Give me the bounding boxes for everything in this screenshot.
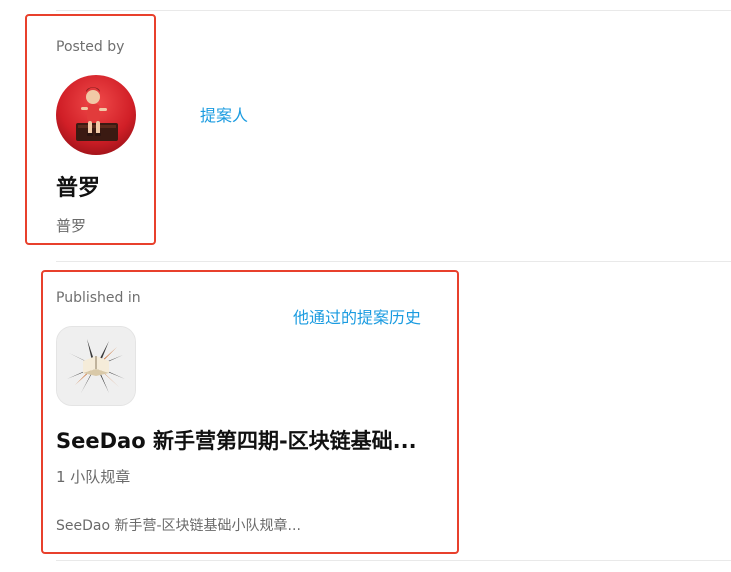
publication-title[interactable]: SeeDao 新手营第四期-区块链基础... xyxy=(56,425,450,455)
post-meta-panel: Posted by 普罗 普罗 提案人 Published in 他通过的提案历… xyxy=(0,0,731,572)
middle-divider xyxy=(56,261,731,262)
publication-members: 1 小队规章 xyxy=(56,468,131,486)
proposer-annotation: 提案人 xyxy=(200,106,249,125)
author-handle: 普罗 xyxy=(56,217,87,235)
top-divider xyxy=(56,10,731,11)
posted-by-label: Posted by xyxy=(56,39,125,55)
published-in-label: Published in xyxy=(56,290,141,306)
proposal-history-annotation: 他通过的提案历史 xyxy=(293,308,422,327)
author-avatar[interactable] xyxy=(56,75,136,155)
author-name[interactable]: 普罗 xyxy=(56,170,100,202)
book-logo-icon xyxy=(57,327,135,405)
avatar-image xyxy=(56,75,136,155)
publication-description: SeeDao 新手营-区块链基础小队规章... xyxy=(56,518,301,534)
publication-logo[interactable] xyxy=(56,326,136,406)
bottom-divider xyxy=(56,560,731,561)
